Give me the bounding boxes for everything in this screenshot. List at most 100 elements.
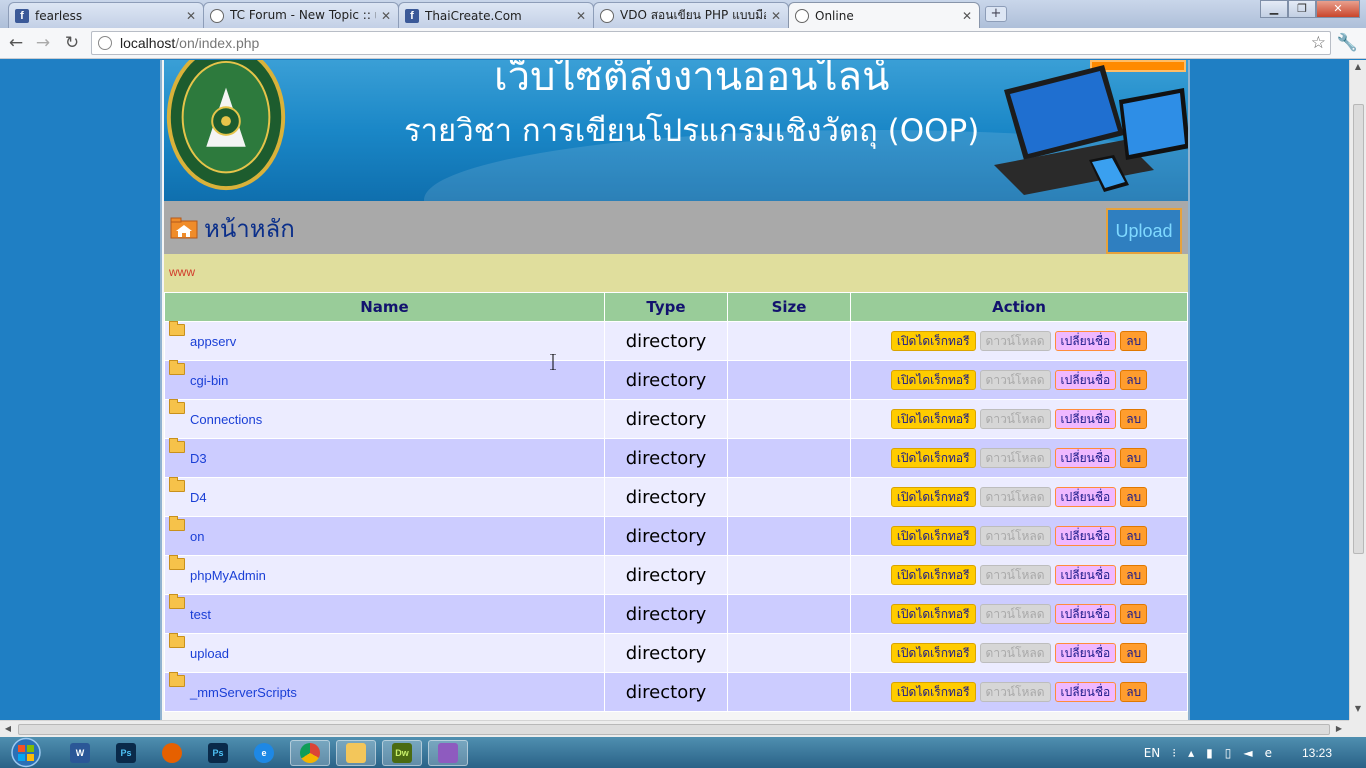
new-tab-button[interactable]: + — [985, 6, 1007, 22]
info-bar: www — [164, 254, 1188, 292]
open-directory-button[interactable]: เปิดไดเร็กทอรี — [890, 331, 976, 351]
file-name-link[interactable]: upload — [190, 646, 229, 661]
scroll-left-arrow-icon[interactable]: ◀ — [0, 721, 16, 737]
browser-tab-strip: f fearless ✕ TC Forum - New Topic :: เริ… — [0, 0, 1366, 29]
taskbar-chrome[interactable] — [290, 740, 330, 766]
close-icon[interactable]: ✕ — [575, 9, 587, 23]
open-directory-button[interactable]: เปิดไดเร็กทอรี — [890, 526, 976, 546]
wrench-menu-icon[interactable]: 🔧 — [1337, 33, 1358, 53]
language-indicator[interactable]: EN — [1144, 746, 1161, 760]
address-bar[interactable]: localhost/on/index.php ☆ — [91, 31, 1331, 55]
rename-button[interactable]: เปลี่ยนชื่อ — [1054, 682, 1117, 702]
open-directory-button[interactable]: เปิดไดเร็กทอรี — [890, 370, 976, 390]
tab-online[interactable]: Online ✕ — [788, 2, 980, 29]
site-subtitle: รายวิชา การเขียนโปรแกรมเชิงวัตถุ (OOP) — [404, 113, 980, 149]
upload-button[interactable]: Upload — [1106, 208, 1182, 254]
open-directory-button[interactable]: เปิดไดเร็กทอรี — [890, 604, 976, 624]
delete-button[interactable]: ลบ — [1120, 448, 1148, 468]
rename-button[interactable]: เปลี่ยนชื่อ — [1054, 448, 1117, 468]
ie-tray-icon[interactable]: e — [1265, 746, 1272, 760]
start-orb-icon[interactable] — [6, 737, 46, 768]
open-directory-button[interactable]: เปิดไดเร็กทอรี — [890, 487, 976, 507]
taskbar-firefox[interactable] — [152, 740, 192, 766]
file-name-link[interactable]: _mmServerScripts — [190, 685, 297, 700]
delete-button[interactable]: ลบ — [1120, 526, 1148, 546]
action-cell: เปิดไดเร็กทอรี ดาวน์โหลด เปลี่ยนชื่อ ลบ — [850, 477, 1188, 517]
open-directory-button[interactable]: เปิดไดเร็กทอรี — [890, 448, 976, 468]
clock[interactable]: 13:23 — [1302, 746, 1332, 760]
scroll-right-arrow-icon[interactable]: ▶ — [1331, 721, 1347, 737]
horizontal-scrollbar[interactable]: ◀ ▶ — [0, 720, 1349, 737]
tab-fearless[interactable]: f fearless ✕ — [8, 2, 204, 28]
taskbar-photoshop[interactable]: Ps — [106, 740, 146, 766]
back-arrow-icon[interactable]: ← — [5, 33, 27, 53]
size-cell — [727, 672, 851, 712]
name-cell: on — [164, 515, 605, 556]
close-icon[interactable]: ✕ — [380, 9, 392, 23]
open-directory-button[interactable]: เปิดไดเร็กทอรี — [890, 565, 976, 585]
network-icon[interactable]: ▮ — [1206, 746, 1213, 760]
file-name-link[interactable]: D4 — [190, 490, 207, 505]
taskbar-explorer[interactable] — [336, 740, 376, 766]
taskbar-dreamweaver[interactable]: Dw — [382, 740, 422, 766]
action-cell: เปิดไดเร็กทอรี ดาวน์โหลด เปลี่ยนชื่อ ลบ — [850, 360, 1188, 400]
open-directory-button[interactable]: เปิดไดเร็กทอรี — [890, 682, 976, 702]
rename-button[interactable]: เปลี่ยนชื่อ — [1054, 331, 1117, 351]
open-directory-button[interactable]: เปิดไดเร็กทอรี — [890, 409, 976, 429]
rename-button[interactable]: เปลี่ยนชื่อ — [1054, 409, 1117, 429]
vertical-scrollbar[interactable]: ▲ ▼ — [1349, 60, 1366, 720]
close-window-button[interactable]: ✕ — [1316, 0, 1360, 18]
delete-button[interactable]: ลบ — [1120, 682, 1148, 702]
reload-icon[interactable]: ↻ — [61, 33, 83, 53]
scroll-down-arrow-icon[interactable]: ▼ — [1350, 704, 1366, 718]
delete-button[interactable]: ลบ — [1120, 487, 1148, 507]
rename-button[interactable]: เปลี่ยนชื่อ — [1054, 487, 1117, 507]
page-container: เว็บไซต์ส่งงานออนไลน์ รายวิชา การเขียนโป… — [160, 60, 1190, 720]
file-name-link[interactable]: cgi-bin — [190, 373, 228, 388]
delete-button[interactable]: ลบ — [1120, 370, 1148, 390]
vertical-scroll-thumb[interactable] — [1353, 104, 1364, 554]
delete-button[interactable]: ลบ — [1120, 565, 1148, 585]
name-cell: upload — [164, 632, 605, 673]
rename-button[interactable]: เปลี่ยนชื่อ — [1054, 643, 1117, 663]
taskbar-ie[interactable]: e — [244, 740, 284, 766]
show-hidden-icons-icon[interactable]: ▴ — [1188, 746, 1194, 760]
volume-icon[interactable]: ◄ — [1243, 746, 1252, 760]
file-name-link[interactable]: test — [190, 607, 211, 622]
minimize-button[interactable]: ▁ — [1260, 0, 1288, 18]
horizontal-scroll-thumb[interactable] — [18, 724, 1330, 735]
file-name-link[interactable]: D3 — [190, 451, 207, 466]
tab-thaicreate[interactable]: f ThaiCreate.Com ✕ — [398, 2, 594, 28]
rename-button[interactable]: เปลี่ยนชื่อ — [1054, 604, 1117, 624]
bookmark-star-icon[interactable]: ☆ — [1311, 33, 1326, 53]
close-icon[interactable]: ✕ — [185, 9, 197, 23]
close-icon[interactable]: ✕ — [770, 9, 782, 23]
file-name-link[interactable]: Connections — [190, 412, 262, 427]
maximize-button[interactable]: ❐ — [1288, 0, 1316, 18]
forward-arrow-icon[interactable]: → — [32, 33, 54, 53]
taskbar-paint[interactable] — [428, 740, 468, 766]
file-name-link[interactable]: phpMyAdmin — [190, 568, 266, 583]
keyboard-icon[interactable]: ⁝ — [1172, 746, 1176, 760]
delete-button[interactable]: ลบ — [1120, 409, 1148, 429]
tab-vdo[interactable]: VDO สอนเขียน PHP แบบมือใหม่ ✕ — [593, 2, 789, 28]
dreamweaver-icon: Dw — [392, 743, 412, 763]
action-cell: เปิดไดเร็กทอรี ดาวน์โหลด เปลี่ยนชื่อ ลบ — [850, 594, 1188, 634]
rename-button[interactable]: เปลี่ยนชื่อ — [1054, 526, 1117, 546]
taskbar-word[interactable]: W — [60, 740, 100, 766]
tab-tc-forum[interactable]: TC Forum - New Topic :: เริ่ม ✕ — [203, 2, 399, 28]
scroll-up-arrow-icon[interactable]: ▲ — [1350, 62, 1366, 76]
open-directory-button[interactable]: เปิดไดเร็กทอรี — [890, 643, 976, 663]
file-name-link[interactable]: on — [190, 529, 204, 544]
taskbar-photoshop-2[interactable]: Ps — [198, 740, 238, 766]
close-icon[interactable]: ✕ — [961, 9, 973, 23]
delete-button[interactable]: ลบ — [1120, 331, 1148, 351]
rename-button[interactable]: เปลี่ยนชื่อ — [1054, 565, 1117, 585]
folder-icon — [169, 359, 185, 375]
file-name-link[interactable]: appserv — [190, 334, 236, 349]
delete-button[interactable]: ลบ — [1120, 643, 1148, 663]
current-path-label[interactable]: หน้าหลัก — [204, 209, 295, 248]
rename-button[interactable]: เปลี่ยนชื่อ — [1054, 370, 1117, 390]
delete-button[interactable]: ลบ — [1120, 604, 1148, 624]
battery-icon[interactable]: ▯ — [1225, 746, 1232, 760]
